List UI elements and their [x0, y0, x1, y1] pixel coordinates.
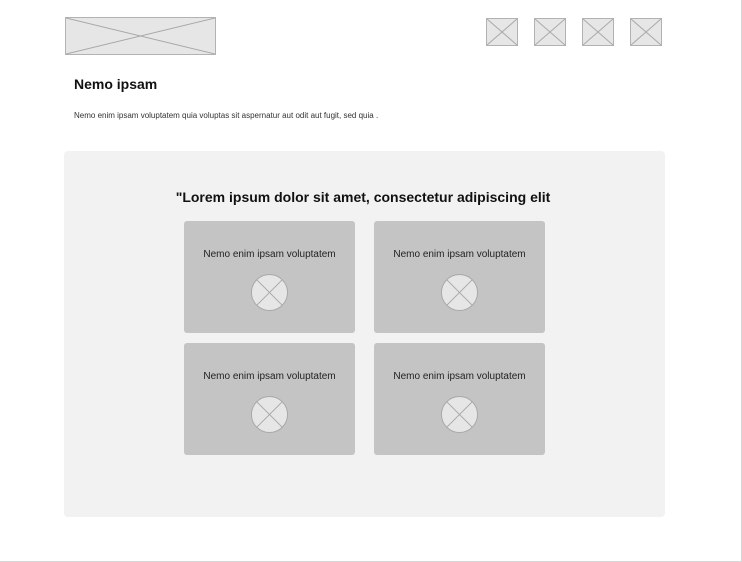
feature-card-label: Nemo enim ipsam voluptatem [203, 371, 336, 382]
feature-heading: "Lorem ipsum dolor sit amet, consectetur… [175, 189, 551, 205]
nav-image-placeholder-icon[interactable] [582, 18, 614, 46]
feature-card-label: Nemo enim ipsam voluptatem [393, 249, 526, 260]
feature-section: "Lorem ipsum dolor sit amet, consectetur… [64, 151, 665, 517]
page-description: Nemo enim ipsam voluptatem quia voluptas… [74, 111, 379, 120]
nav-image-placeholder-icon[interactable] [630, 18, 662, 46]
feature-card[interactable]: Nemo enim ipsam voluptatem [184, 221, 355, 333]
page-title: Nemo ipsam [74, 76, 158, 92]
feature-card-label: Nemo enim ipsam voluptatem [203, 249, 336, 260]
feature-card[interactable]: Nemo enim ipsam voluptatem [184, 343, 355, 455]
feature-card[interactable]: Nemo enim ipsam voluptatem [374, 343, 545, 455]
image-placeholder-icon [250, 273, 289, 312]
feature-card-label: Nemo enim ipsam voluptatem [393, 371, 526, 382]
logo-image-placeholder-icon[interactable] [65, 17, 216, 55]
image-placeholder-icon [250, 395, 289, 434]
nav-image-placeholder-icon[interactable] [486, 18, 518, 46]
nav-image-placeholder-icon[interactable] [534, 18, 566, 46]
image-placeholder-icon [440, 273, 479, 312]
image-placeholder-icon [440, 395, 479, 434]
feature-card[interactable]: Nemo enim ipsam voluptatem [374, 221, 545, 333]
